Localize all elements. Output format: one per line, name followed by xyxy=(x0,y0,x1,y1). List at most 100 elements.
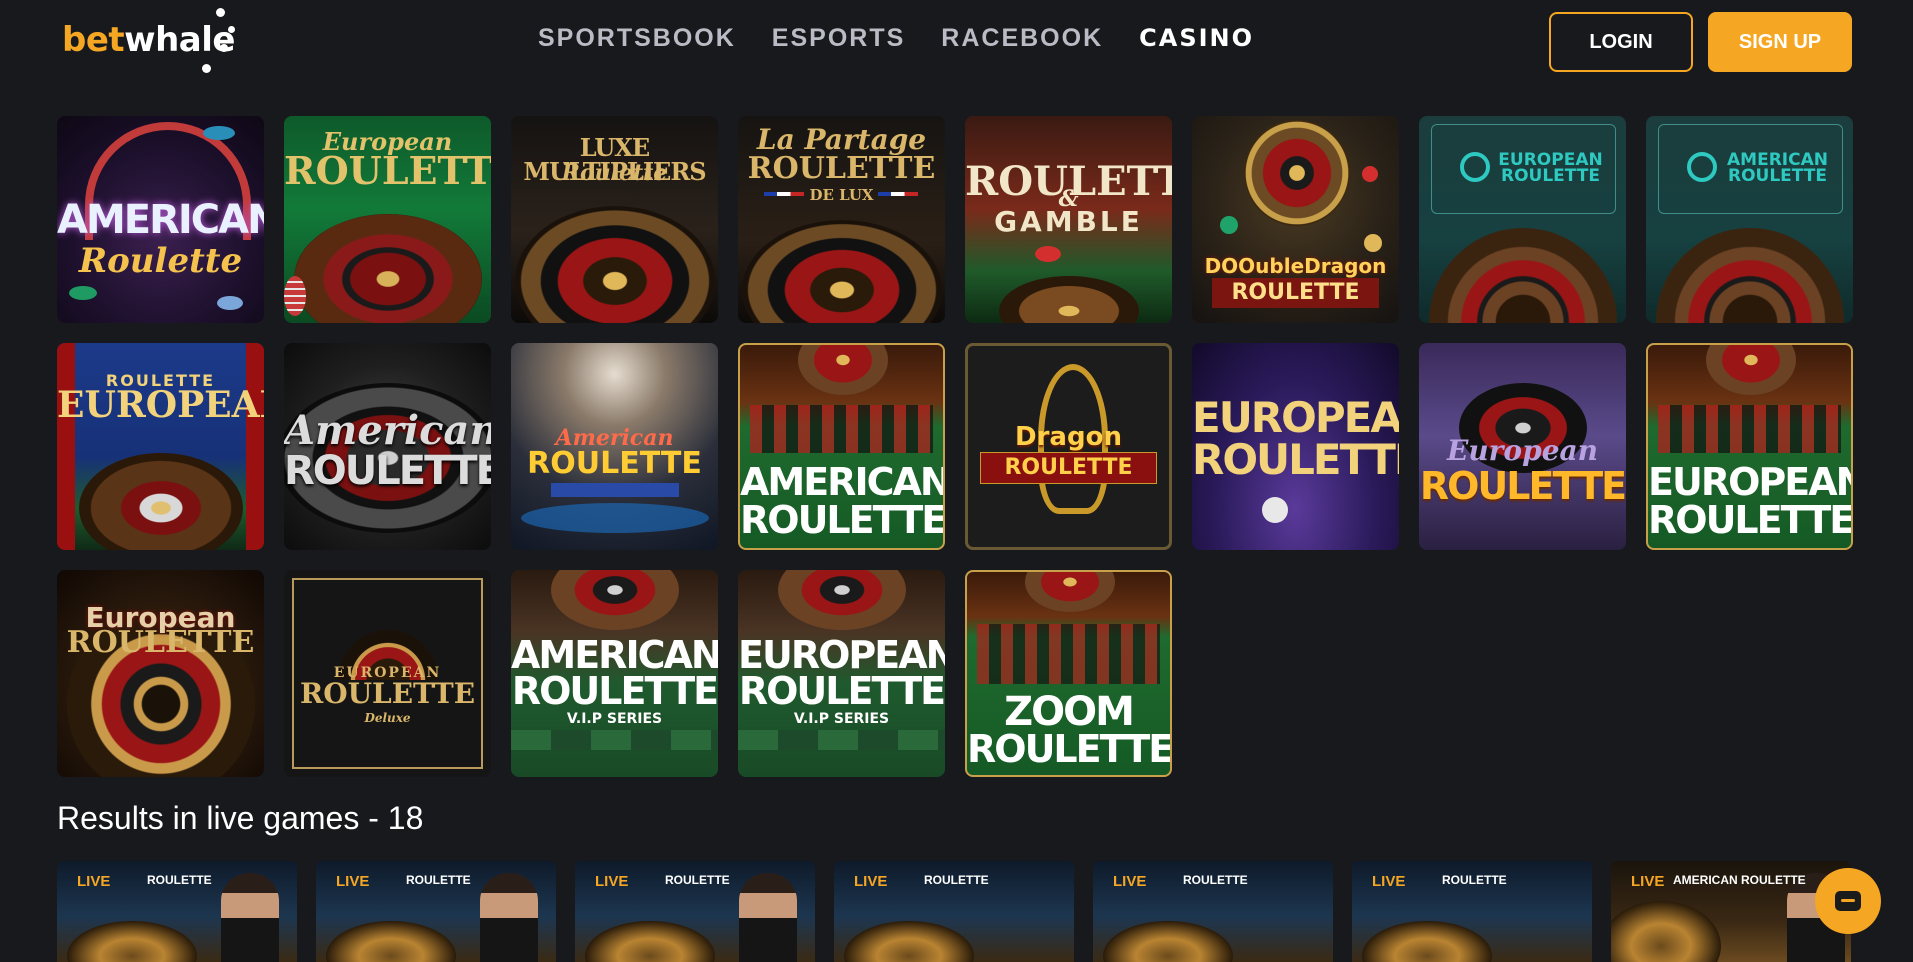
roulette-wheel-image xyxy=(326,921,456,962)
game-subtitle: ROULETTE xyxy=(740,498,945,542)
live-game-tile[interactable]: LIVE ROULETTE xyxy=(834,861,1074,962)
game-subtitle: ROULETTE xyxy=(738,669,945,713)
game-tile-la-partage-roulette[interactable]: La Partage ROULETTE DE LUX xyxy=(738,116,945,323)
live-badge: LIVE xyxy=(1631,873,1665,890)
game-title: ROULETTE xyxy=(527,446,702,481)
game-title: ZOOM xyxy=(1004,689,1135,735)
live-game-name: AMERICAN ROULETTE xyxy=(1673,873,1806,887)
roulette-wheel-image xyxy=(585,921,715,962)
game-tile-american-roulette-stage[interactable]: American ROULETTE xyxy=(511,343,718,550)
live-game-name: ROULETTE xyxy=(147,873,212,887)
game-tile-american-roulette[interactable]: AMERICAN Roulette xyxy=(57,116,264,323)
dealer-image xyxy=(480,873,538,962)
roulette-wheel-image xyxy=(67,921,197,962)
game-tile-dragon-roulette[interactable]: Dragon ROULETTE xyxy=(965,343,1172,550)
live-badge: LIVE xyxy=(77,873,111,890)
logo-text: betwhale xyxy=(62,20,235,60)
main-nav: SPORTSBOOK ESPORTS RACEBOOK CASINO xyxy=(538,24,1290,53)
live-game-tile[interactable]: LIVE ROULETTE xyxy=(316,861,556,962)
game-tile-roulette-european[interactable]: ROULETTE EUROPEAN xyxy=(57,343,264,550)
game-subtitle: ROULETTE xyxy=(284,448,491,494)
chat-bubble-icon[interactable] xyxy=(1815,868,1881,934)
live-game-tile[interactable]: LIVE ROULETTE xyxy=(1093,861,1333,962)
live-game-name: ROULETTE xyxy=(924,873,989,887)
live-game-tile[interactable]: LIVE AMERICAN ROULETTE xyxy=(1611,861,1851,962)
game-tile-european-roulette-table[interactable]: EUROPEAN ROULETTE xyxy=(1646,343,1853,550)
game-subtitle: ROULETTE xyxy=(1648,498,1853,542)
game-tile-luxe-multipliers-roulette[interactable]: LUXE MULTIPLIERS Roulette xyxy=(511,116,718,323)
game-title: AMERICAN xyxy=(740,460,945,504)
roulette-wheel-image xyxy=(1103,921,1233,962)
login-button[interactable]: LOGIN xyxy=(1549,12,1693,72)
live-game-tile[interactable]: LIVE ROULETTE xyxy=(57,861,297,962)
game-tile-double-dragon-roulette[interactable]: DOOubleDragon ROULETTE xyxy=(1192,116,1399,323)
game-title: DOOubleDragon xyxy=(1204,254,1387,278)
game-title: EUROPEAN xyxy=(1648,460,1853,504)
logo-text-whale: whale xyxy=(124,20,235,60)
signup-button[interactable]: SIGN UP xyxy=(1708,12,1852,72)
game-tile-european-roulette-deluxe[interactable]: EUROPEAN ROULETTE Deluxe xyxy=(284,570,491,777)
game-tile-american-roulette-3d[interactable]: American ROULETTE xyxy=(284,343,491,550)
roulette-wheel-image xyxy=(1611,901,1721,962)
dealer-image xyxy=(221,873,279,962)
game-tagline: Deluxe xyxy=(364,711,411,725)
game-subtitle: ROULETTE xyxy=(511,669,718,713)
game-subtitle: European xyxy=(1446,434,1599,467)
game-tile-european-roulette-2[interactable]: EUROPEAN ROULETTE xyxy=(1419,116,1626,323)
live-game-tile[interactable]: LIVE ROULETTE xyxy=(575,861,815,962)
game-title: EUROPEAN xyxy=(1192,393,1399,442)
live-badge: LIVE xyxy=(854,873,888,890)
game-title: ROULETTE xyxy=(66,625,255,660)
game-title: ROULETTE xyxy=(980,452,1157,484)
live-badge: LIVE xyxy=(595,873,629,890)
game-tile-european-roulette-purple[interactable]: EUROPEAN ROULETTE xyxy=(1192,343,1399,550)
game-subtitle: ROULETTE xyxy=(1728,166,1827,186)
game-title: ROULETTE xyxy=(299,677,476,710)
game-title: AMERICAN xyxy=(57,197,264,243)
game-tile-zoom-roulette[interactable]: ZOOM ROULETTE xyxy=(965,570,1172,777)
roulette-wheel-image xyxy=(1362,921,1492,962)
live-badge: LIVE xyxy=(1372,873,1406,890)
live-game-name: ROULETTE xyxy=(1183,873,1248,887)
game-subtitle: ROULETTE xyxy=(1212,278,1379,308)
game-tile-roulette-gamble[interactable]: ROULETTE & GAMBLE xyxy=(965,116,1172,323)
live-game-name: ROULETTE xyxy=(406,873,471,887)
site-header: betwhale SPORTSBOOK ESPORTS RACEBOOK CAS… xyxy=(0,0,1913,84)
game-subtitle: Roulette xyxy=(561,160,668,186)
game-tile-american-roulette-table[interactable]: AMERICAN ROULETTE xyxy=(738,343,945,550)
chat-glyph-icon xyxy=(1835,891,1861,911)
game-tile-american-roulette-2[interactable]: AMERICAN ROULETTE xyxy=(1646,116,1853,323)
live-results-heading: Results in live games - 18 xyxy=(57,800,424,836)
nav-racebook[interactable]: RACEBOOK xyxy=(941,24,1103,53)
game-title: ROULETTE xyxy=(1419,464,1626,508)
game-subtitle: Dragon xyxy=(1015,422,1122,452)
game-tile-european-roulette-gold[interactable]: European ROULETTE xyxy=(57,570,264,777)
logo-text-bet: bet xyxy=(62,20,125,60)
live-game-name: ROULETTE xyxy=(665,873,730,887)
nav-esports[interactable]: ESPORTS xyxy=(772,24,905,53)
game-subtitle: ROULETTE xyxy=(1501,166,1600,186)
game-title: American xyxy=(284,407,491,454)
game-subtitle: ROULETTE xyxy=(967,727,1172,771)
game-subtitle: ROULETTE xyxy=(284,148,491,193)
roulette-wheel-image xyxy=(844,921,974,962)
game-tile-european-roulette-vip[interactable]: EUROPEAN ROULETTE V.I.P SERIES xyxy=(738,570,945,777)
game-tile-european-roulette-3d[interactable]: European ROULETTE xyxy=(1419,343,1626,550)
game-title: La Partage xyxy=(756,123,927,156)
nav-casino[interactable]: CASINO xyxy=(1139,24,1254,53)
dealer-image xyxy=(739,873,797,962)
live-badge: LIVE xyxy=(1113,873,1147,890)
live-badge: LIVE xyxy=(336,873,370,890)
game-tagline: GAMBLE xyxy=(994,205,1143,238)
game-tagline: V.I.P SERIES xyxy=(566,711,663,727)
game-subtitle: ROULETTE xyxy=(747,151,936,186)
nav-sportsbook[interactable]: SPORTSBOOK xyxy=(538,24,736,53)
live-game-name: ROULETTE xyxy=(1442,873,1507,887)
game-subtitle: Roulette xyxy=(78,241,243,281)
game-tagline: V.I.P SERIES xyxy=(793,711,890,727)
betwhale-logo[interactable]: betwhale xyxy=(62,8,235,78)
game-subtitle: ROULETTE xyxy=(1192,435,1399,484)
live-game-tile[interactable]: LIVE ROULETTE xyxy=(1352,861,1592,962)
game-tile-european-roulette[interactable]: European ROULETTE xyxy=(284,116,491,323)
game-tile-american-roulette-vip[interactable]: AMERICAN ROULETTE V.I.P SERIES xyxy=(511,570,718,777)
